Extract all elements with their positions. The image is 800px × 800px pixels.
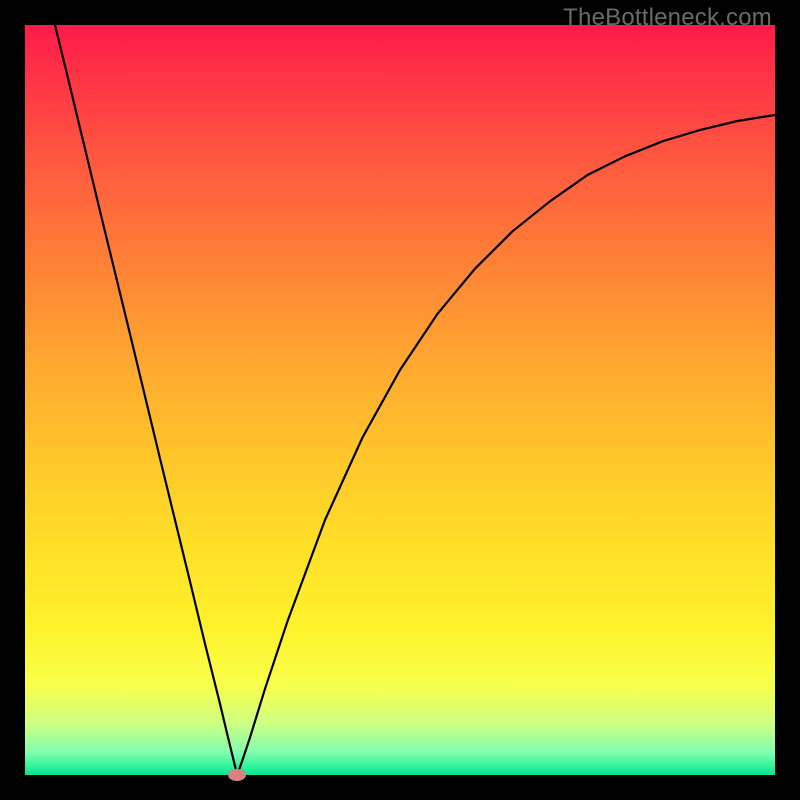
chart-curve [25, 25, 775, 775]
watermark-text: TheBottleneck.com [563, 4, 772, 32]
chart-frame [25, 25, 775, 775]
chart-optimum-marker [228, 769, 246, 781]
